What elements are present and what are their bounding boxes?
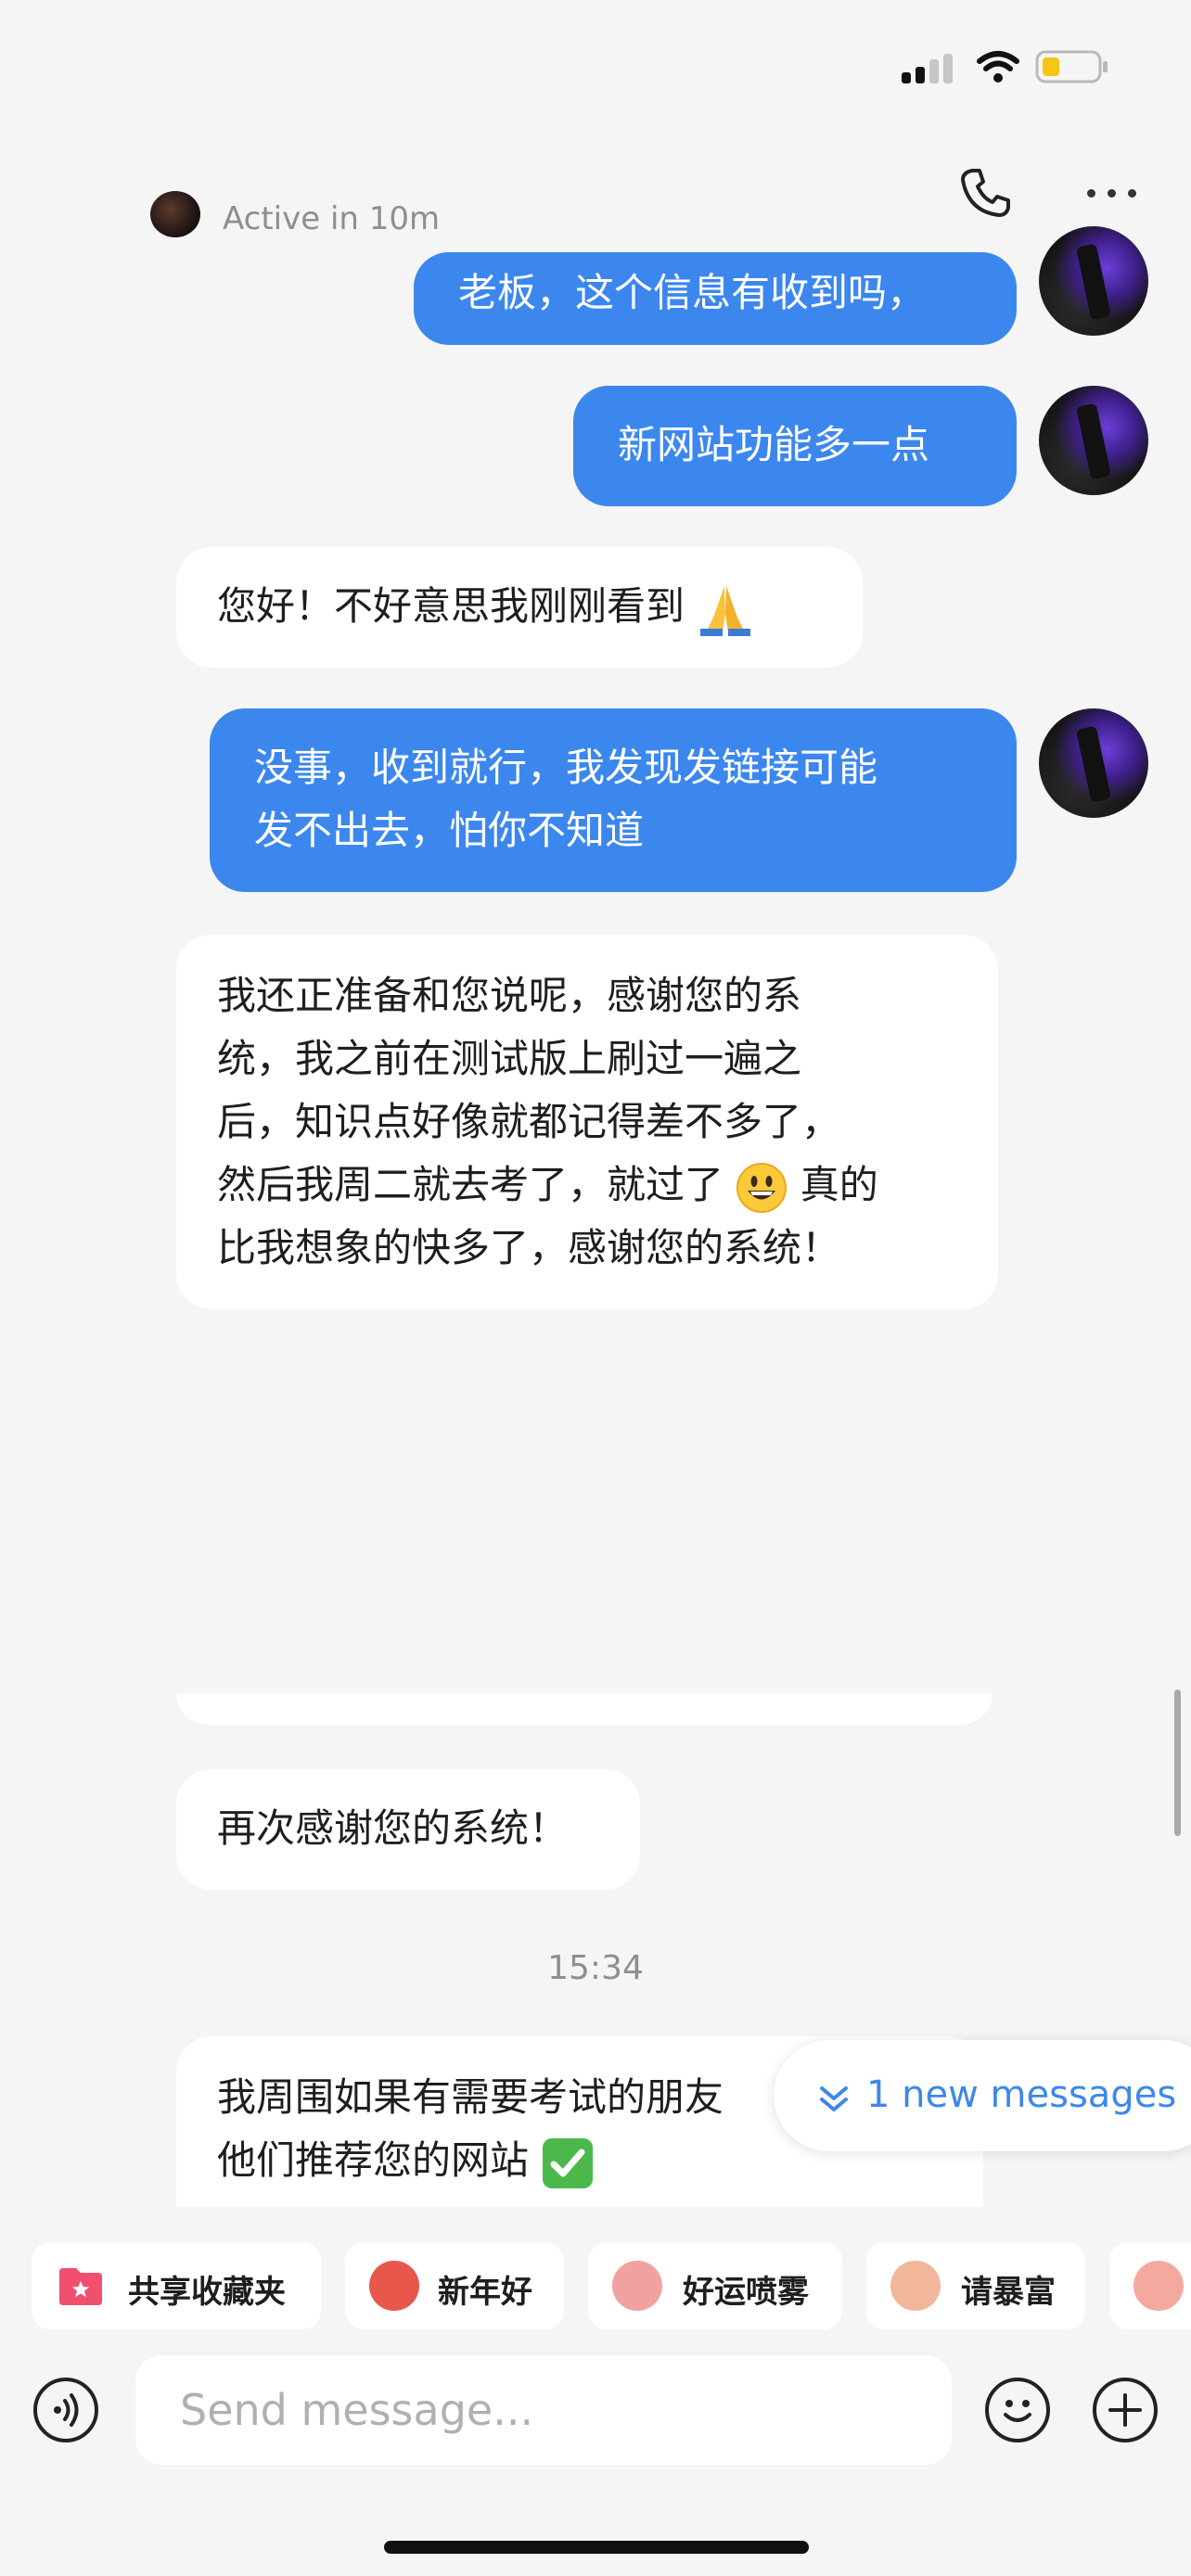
new-year-sticker-icon — [369, 2261, 419, 2311]
folder-star-icon — [59, 2268, 102, 2305]
chip-label: 请暴富 — [961, 2274, 1056, 2311]
message-line: 然后我周二就去考了，就过了 真的 — [217, 1154, 957, 1217]
chip-label: 共享收藏夹 — [128, 2274, 286, 2311]
check-mark-emoji-icon — [543, 2137, 594, 2188]
scrollbar-thumb[interactable] — [1174, 1690, 1181, 1836]
message-line: 发不出去，怕你不知道 — [254, 808, 645, 853]
message-line: 统，我之前在测试版上刷过一遍之 — [217, 1036, 802, 1081]
message-line: 比我想象的快多了，感谢您的系统！ — [217, 1225, 841, 1270]
grinning-face-emoji-icon — [736, 1162, 788, 1213]
voice-input-button[interactable] — [33, 2378, 98, 2442]
message-bubble-incoming[interactable] — [176, 1693, 992, 1725]
folded-hands-emoji-icon — [700, 585, 751, 636]
chip-label: 好运喷雾 — [683, 2274, 809, 2311]
message-text: 您好！不好意思我刚刚看到 — [217, 583, 685, 629]
quick-action-shared-favorites[interactable]: 共享收藏夹 — [32, 2242, 321, 2329]
quick-action-good-luck[interactable]: 好运喷雾 — [588, 2242, 842, 2329]
message-bubble-incoming[interactable]: 您好！不好意思我刚刚看到 — [176, 547, 863, 668]
message-text: 老板，这个信息有收到吗， — [458, 270, 927, 315]
home-indicator[interactable] — [384, 2541, 809, 2554]
more-options-icon[interactable] — [1087, 182, 1139, 204]
message-bubble-incoming[interactable]: 我还正准备和您说呢，感谢您的系 统，我之前在测试版上刷过一遍之 后，知识点好像就… — [176, 935, 998, 1309]
quick-action-get-rich[interactable]: 请暴富 — [866, 2242, 1085, 2329]
double-chevron-down-icon — [820, 2086, 848, 2111]
phone-call-icon[interactable] — [957, 165, 1013, 221]
sound-waves-icon — [54, 2393, 79, 2427]
new-messages-label: 1 new messages — [866, 2073, 1177, 2116]
add-attachment-button[interactable] — [1093, 2378, 1158, 2442]
contact-status: Active in 10m — [223, 200, 441, 237]
battery-icon — [1035, 50, 1108, 83]
my-avatar[interactable] — [1039, 386, 1148, 495]
message-bubble-incoming[interactable]: 再次感谢您的系统！ — [176, 1769, 640, 1890]
message-text: 再次感谢您的系统！ — [217, 1805, 569, 1851]
message-bubble-outgoing[interactable]: 没事，收到就行，我发现发链接可能 发不出去，怕你不知道 — [210, 708, 1017, 892]
message-input[interactable] — [135, 2355, 952, 2465]
get-rich-sticker-icon — [890, 2261, 941, 2311]
wifi-icon — [977, 51, 1019, 83]
my-avatar[interactable] — [1039, 226, 1148, 336]
smiley-face-icon — [1004, 2400, 1031, 2422]
timestamp-separator: 15:34 — [547, 1949, 644, 1987]
message-bubble-outgoing[interactable]: 老板，这个信息有收到吗， — [414, 252, 1017, 345]
quick-action-new-year[interactable]: 新年好 — [345, 2242, 564, 2329]
new-messages-button[interactable]: 1 new messages — [774, 2040, 1191, 2151]
message-line: 没事，收到就行，我发现发链接可能 — [254, 745, 878, 790]
emoji-button[interactable] — [985, 2378, 1050, 2442]
message-bubble-outgoing[interactable]: 新网站功能多一点 — [573, 386, 1017, 506]
message-text: 新网站功能多一点 — [618, 422, 930, 467]
plus-icon — [1108, 2393, 1142, 2427]
contact-avatar[interactable] — [150, 191, 200, 237]
chip-label: 新年好 — [438, 2274, 532, 2311]
my-avatar[interactable] — [1039, 708, 1148, 818]
message-line: 后，知识点好像就都记得差不多了， — [217, 1099, 841, 1144]
quick-action-more-sticker[interactable] — [1109, 2242, 1191, 2329]
message-line: 我还正准备和您说呢，感谢您的系 — [217, 973, 802, 1018]
signal-strength-icon — [902, 54, 957, 83]
pig-sticker-icon — [1133, 2261, 1184, 2311]
good-luck-sticker-icon — [612, 2261, 662, 2311]
